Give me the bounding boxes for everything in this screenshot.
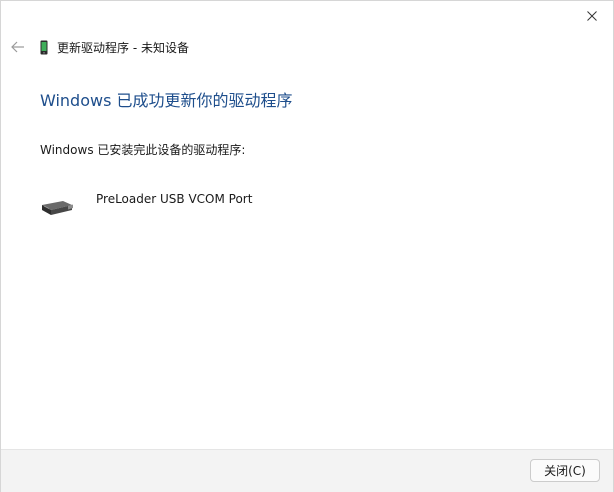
update-driver-dialog: 更新驱动程序 - 未知设备 Windows 已成功更新你的驱动程序 Window… [0,0,614,492]
phone-device-icon [39,39,49,55]
device-name: PreLoader USB VCOM Port [96,192,253,206]
installed-driver-description: Windows 已安装完此设备的驱动程序: [40,143,246,157]
close-icon [587,11,597,21]
back-button[interactable] [9,38,27,56]
dialog-footer [1,449,613,492]
window-title: 更新驱动程序 - 未知设备 [57,40,189,55]
success-heading: Windows 已成功更新你的驱动程序 [40,91,293,110]
back-arrow-icon [11,41,24,53]
close-button[interactable]: 关闭(C) [530,459,600,482]
usb-port-device-icon [39,195,75,223]
close-window-button[interactable] [578,5,606,27]
dialog-header: 更新驱动程序 - 未知设备 [9,36,189,58]
